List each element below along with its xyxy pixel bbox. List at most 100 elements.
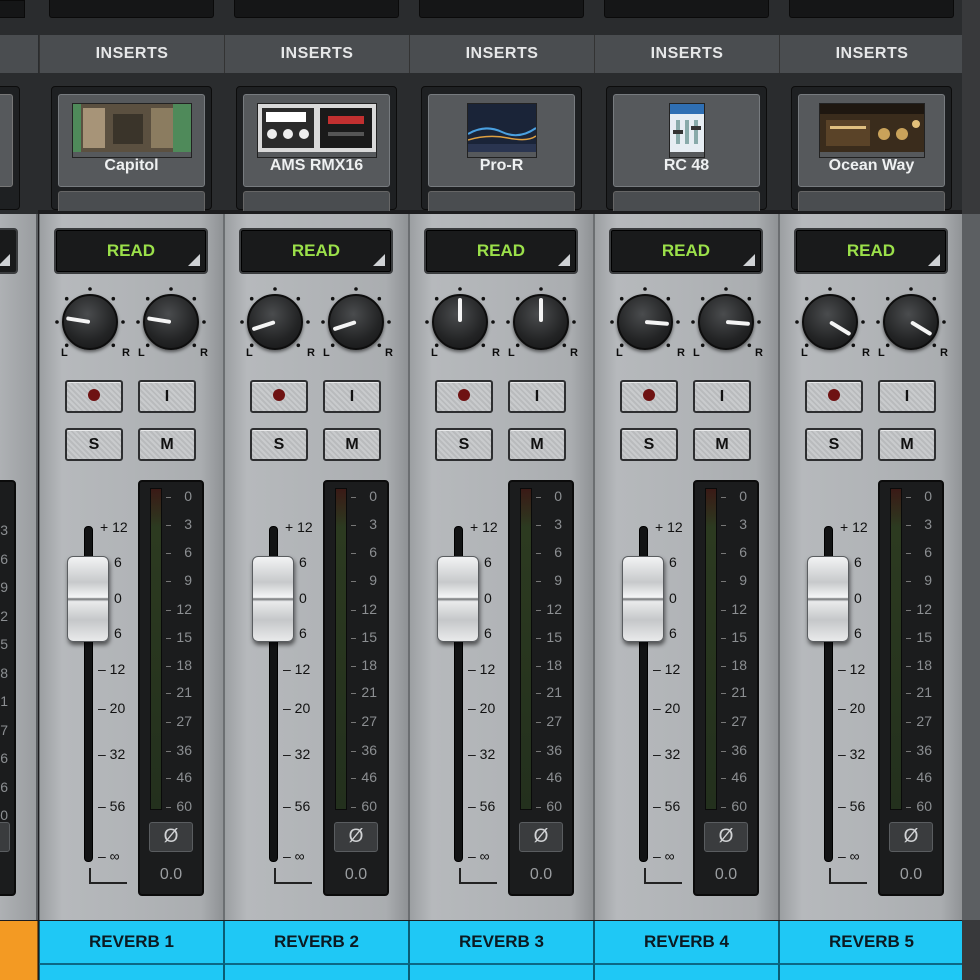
phase-invert-button[interactable]: Ø xyxy=(889,822,933,852)
partial-channel-name[interactable] xyxy=(0,921,38,980)
pan-right-knob[interactable] xyxy=(883,294,939,350)
mute-button[interactable]: M xyxy=(508,428,566,461)
fader-scale-tick: – 20 xyxy=(283,700,311,716)
solo-button[interactable]: S xyxy=(250,428,308,461)
fader-scale-tick: 6 xyxy=(669,625,677,641)
volume-fader-handle[interactable] xyxy=(252,556,294,642)
insert-plugin-slot[interactable]: Capitol xyxy=(58,94,205,187)
channel-name[interactable]: REVERB 1 xyxy=(39,921,224,963)
volume-fader-handle[interactable] xyxy=(622,556,664,642)
pan-left-r-label: R xyxy=(677,347,685,359)
meter-scale-dash xyxy=(536,693,541,694)
meter-scale-dash xyxy=(906,722,911,723)
fader-scale-tick: – 56 xyxy=(653,798,681,814)
level-meter: 0 3 6 9 12 15 18 21 27 36 46 60 Ø 0.0 xyxy=(693,480,759,896)
top-slot[interactable] xyxy=(234,0,399,18)
meter-scale-dash xyxy=(721,553,726,554)
pan-right-knob[interactable] xyxy=(698,294,754,350)
record-arm-button[interactable] xyxy=(250,380,308,413)
insert-plugin-name: RC 48 xyxy=(663,157,710,174)
partial-automation-button[interactable] xyxy=(0,228,18,274)
record-arm-button[interactable] xyxy=(620,380,678,413)
input-monitor-button[interactable]: I xyxy=(508,380,566,413)
partial-phase-button[interactable] xyxy=(0,822,10,852)
phase-invert-button[interactable]: Ø xyxy=(704,822,748,852)
insert-slot-frame: Ocean Way xyxy=(791,86,952,211)
mute-button[interactable]: M xyxy=(323,428,381,461)
pan-left-knob[interactable] xyxy=(247,294,303,350)
input-monitor-button[interactable]: I xyxy=(693,380,751,413)
automation-mode-button[interactable]: READ xyxy=(424,228,578,274)
volume-fader-handle[interactable] xyxy=(437,556,479,642)
pan-left-knob[interactable] xyxy=(62,294,118,350)
channel-name[interactable]: REVERB 3 xyxy=(409,921,594,963)
pan-right-knob[interactable] xyxy=(143,294,199,350)
meter-scale-tick: 60 xyxy=(731,798,747,814)
fader-scale-tick: 6 xyxy=(669,554,677,570)
automation-mode-button[interactable]: READ xyxy=(609,228,763,274)
empty-insert-slot[interactable] xyxy=(428,191,575,211)
channel-strip: READ L R L R I S M + 12 6 0 6– 12– 20– 32– … xyxy=(39,214,224,920)
solo-button[interactable]: S xyxy=(805,428,863,461)
insert-plugin-slot[interactable]: AMS RMX16 xyxy=(243,94,390,187)
input-monitor-button[interactable]: I xyxy=(323,380,381,413)
phase-invert-button[interactable]: Ø xyxy=(149,822,193,852)
meter-scale-tick: 9 xyxy=(924,572,932,588)
meter-scale-dash xyxy=(721,807,726,808)
top-slot[interactable] xyxy=(789,0,954,18)
mute-button[interactable]: M xyxy=(878,428,936,461)
pan-left-knob[interactable] xyxy=(802,294,858,350)
record-dot-icon xyxy=(273,389,285,402)
phase-invert-button[interactable]: Ø xyxy=(519,822,563,852)
record-arm-button[interactable] xyxy=(435,380,493,413)
channel-name[interactable]: REVERB 2 xyxy=(224,921,409,963)
fader-scale-tick: 6 xyxy=(299,554,307,570)
solo-button[interactable]: S xyxy=(620,428,678,461)
meter-scale-tick: 36 xyxy=(916,742,932,758)
pan-right-knob[interactable] xyxy=(328,294,384,350)
insert-plugin-slot[interactable]: RC 48 xyxy=(613,94,760,187)
record-arm-button[interactable] xyxy=(65,380,123,413)
empty-insert-slot[interactable] xyxy=(58,191,205,211)
automation-mode-button[interactable]: READ xyxy=(794,228,948,274)
pan-right-knob[interactable] xyxy=(513,294,569,350)
pan-left-l-label: L xyxy=(61,347,68,359)
meter-scale-tick: 6 xyxy=(739,544,747,560)
top-slot[interactable] xyxy=(49,0,214,18)
partial-insert-frame[interactable] xyxy=(0,86,20,210)
pan-right-r-label: R xyxy=(385,347,393,359)
input-monitor-button[interactable]: I xyxy=(138,380,196,413)
meter-scale-tick: 3 xyxy=(184,516,192,532)
empty-insert-slot[interactable] xyxy=(243,191,390,211)
top-slot[interactable] xyxy=(604,0,769,18)
top-slot[interactable] xyxy=(419,0,584,18)
phase-invert-button[interactable]: Ø xyxy=(334,822,378,852)
solo-button[interactable]: S xyxy=(435,428,493,461)
volume-fader-handle[interactable] xyxy=(67,556,109,642)
insert-plugin-slot[interactable]: Pro-R xyxy=(428,94,575,187)
meter-scale-tick: 12 xyxy=(176,601,192,617)
automation-mode-button[interactable]: READ xyxy=(54,228,208,274)
pan-left-knob[interactable] xyxy=(432,294,488,350)
meter-scale-tick: 3 xyxy=(554,516,562,532)
pan-left-knob[interactable] xyxy=(617,294,673,350)
input-monitor-button[interactable]: I xyxy=(878,380,936,413)
insert-plugin-slot[interactable]: Ocean Way xyxy=(798,94,945,187)
mute-button[interactable]: M xyxy=(693,428,751,461)
record-arm-button[interactable] xyxy=(805,380,863,413)
mute-button[interactable]: M xyxy=(138,428,196,461)
channel-name[interactable]: REVERB 5 xyxy=(779,921,964,963)
automation-mode-label: READ xyxy=(291,241,341,260)
meter-scale-dash xyxy=(351,778,356,779)
volume-fader-handle[interactable] xyxy=(807,556,849,642)
meter-scale-tick: 18 xyxy=(361,657,377,673)
empty-insert-slot[interactable] xyxy=(798,191,945,211)
channel-name[interactable]: REVERB 4 xyxy=(594,921,779,963)
fader-scale-tick: – 56 xyxy=(468,798,496,814)
meter-scale-dash xyxy=(351,553,356,554)
meter-scale-tick: 3 xyxy=(369,516,377,532)
empty-insert-slot[interactable] xyxy=(613,191,760,211)
solo-button[interactable]: S xyxy=(65,428,123,461)
automation-mode-button[interactable]: READ xyxy=(239,228,393,274)
meter-scale-dash xyxy=(166,525,171,526)
